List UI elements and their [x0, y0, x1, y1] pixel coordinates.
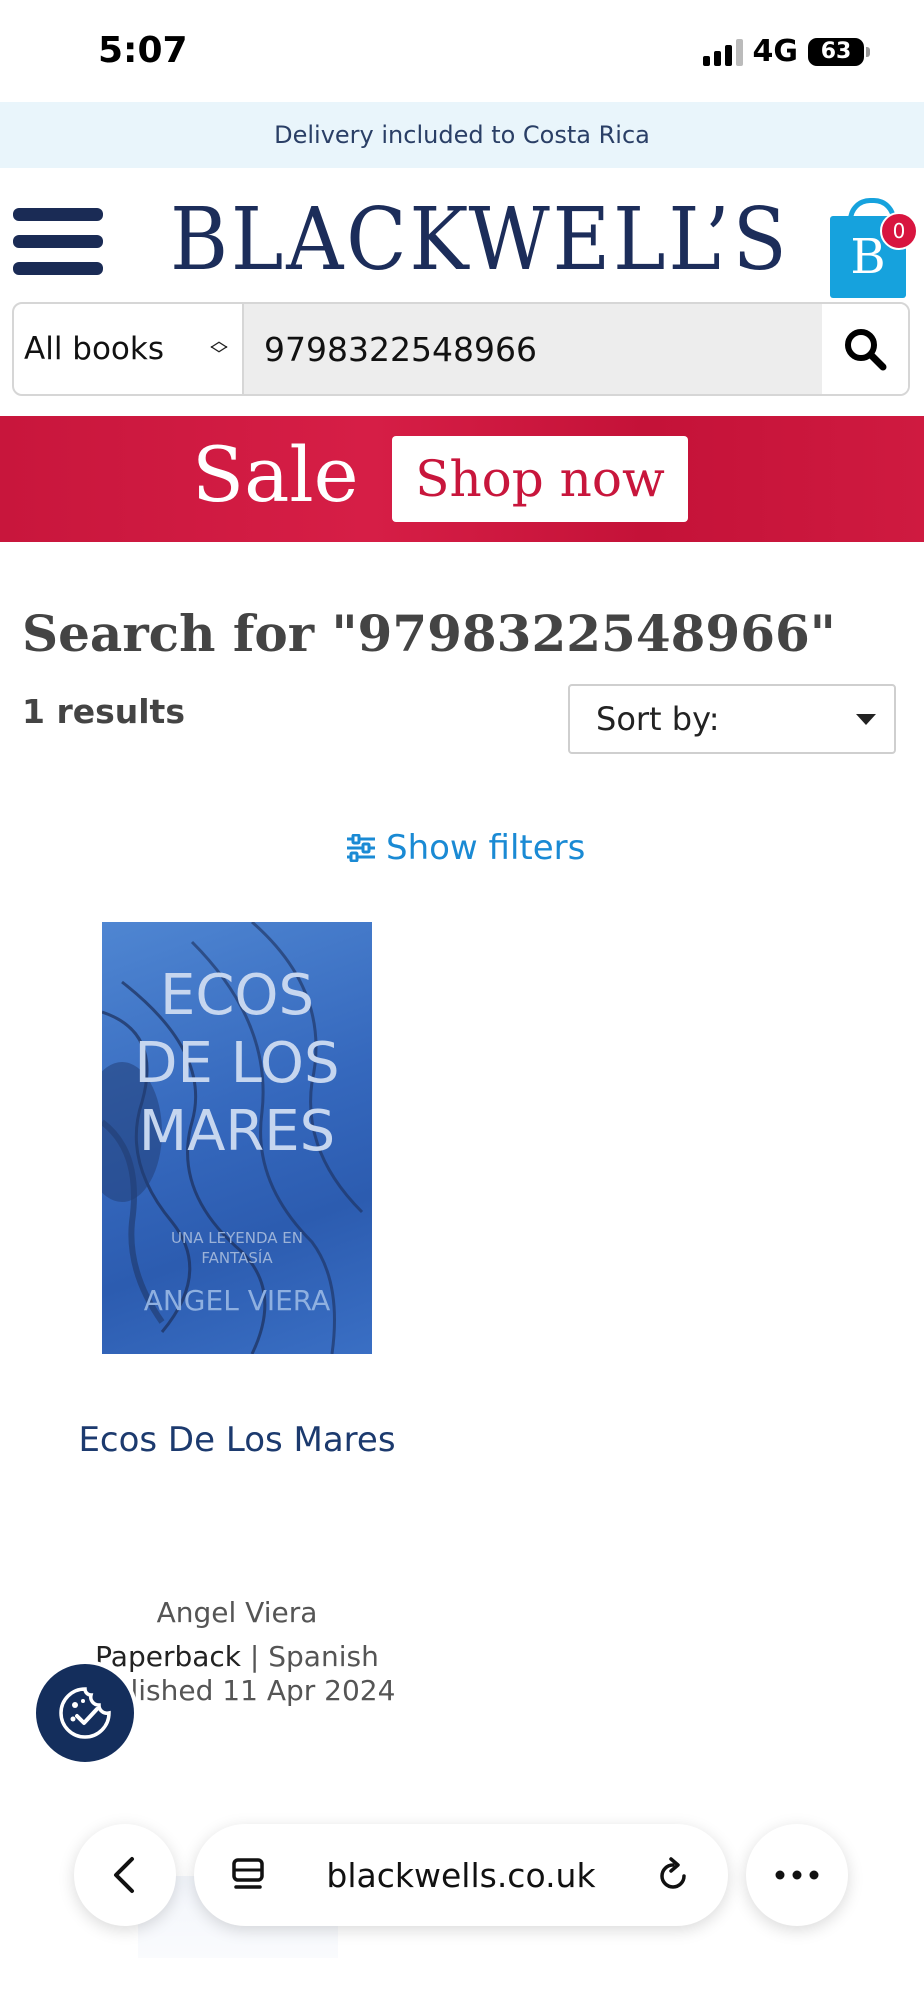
menu-icon[interactable] — [13, 208, 103, 276]
book-language: Spanish — [268, 1640, 379, 1673]
reader-tabs-icon[interactable] — [230, 1856, 268, 1894]
search-button[interactable] — [822, 304, 908, 394]
caret-down-icon — [856, 713, 876, 725]
cookie-check-icon — [59, 1687, 111, 1739]
battery-icon: 63 — [808, 37, 870, 66]
page-title: Search for "9798322548966" — [22, 604, 836, 663]
address-bar[interactable]: blackwells.co.uk — [194, 1824, 728, 1926]
status-bar: 5:07 4G 63 — [0, 0, 924, 100]
reload-icon[interactable] — [654, 1856, 692, 1894]
show-filters-label: Show filters — [386, 828, 586, 868]
filter-sliders-icon — [347, 834, 375, 862]
category-select[interactable]: All books ︿ ﹀ — [14, 304, 244, 394]
url-text: blackwells.co.uk — [326, 1855, 596, 1895]
cart-count-badge: 0 — [880, 212, 918, 250]
signal-icon — [702, 38, 743, 66]
battery-level: 63 — [820, 39, 852, 64]
status-time: 5:07 — [98, 30, 188, 71]
search-icon — [845, 329, 887, 371]
status-indicators: 4G 63 — [702, 34, 870, 69]
more-options-button[interactable] — [746, 1824, 848, 1926]
book-author: Angel Viera — [156, 1596, 318, 1629]
category-value: All books — [24, 331, 164, 367]
search-input[interactable] — [244, 304, 822, 394]
delivery-banner: Delivery included to Costa Rica — [0, 102, 924, 168]
sort-dropdown[interactable]: Sort by: — [568, 684, 896, 754]
site-header: BLACKWELL’S B 0 — [0, 168, 924, 298]
back-button[interactable] — [74, 1824, 176, 1926]
site-logo[interactable]: BLACKWELL’S — [170, 190, 790, 290]
sort-label: Sort by: — [596, 700, 720, 738]
book-cover-image[interactable]: ECOS DE LOS MARES UNA LEYENDA EN FANTASÍ… — [102, 922, 372, 1354]
sale-label: Sale — [192, 430, 359, 519]
up-down-chevron-icon: ︿ ﹀ — [210, 331, 228, 366]
show-filters-button[interactable]: Show filters — [346, 828, 585, 868]
results-count: 1 results — [22, 692, 185, 731]
cover-subtitle: UNA LEYENDA EN FANTASÍA — [171, 1229, 303, 1267]
cart-button[interactable]: B 0 — [830, 196, 918, 298]
network-type: 4G — [752, 34, 799, 69]
sale-banner[interactable]: Sale Shop now — [0, 416, 924, 542]
cover-title: ECOS DE LOS MARES — [134, 963, 340, 1164]
chevron-left-icon — [114, 1857, 134, 1893]
cover-author: ANGEL VIERA — [143, 1284, 331, 1317]
cookie-settings-button[interactable] — [32, 1660, 138, 1766]
book-title-link[interactable]: Ecos De Los Mares — [0, 1420, 474, 1460]
format-separator: | — [241, 1640, 269, 1673]
book-format: Paperback — [95, 1640, 242, 1673]
shop-now-button[interactable]: Shop now — [392, 436, 688, 522]
search-bar: All books ︿ ﹀ — [12, 302, 910, 396]
more-dots-icon — [775, 1870, 819, 1880]
